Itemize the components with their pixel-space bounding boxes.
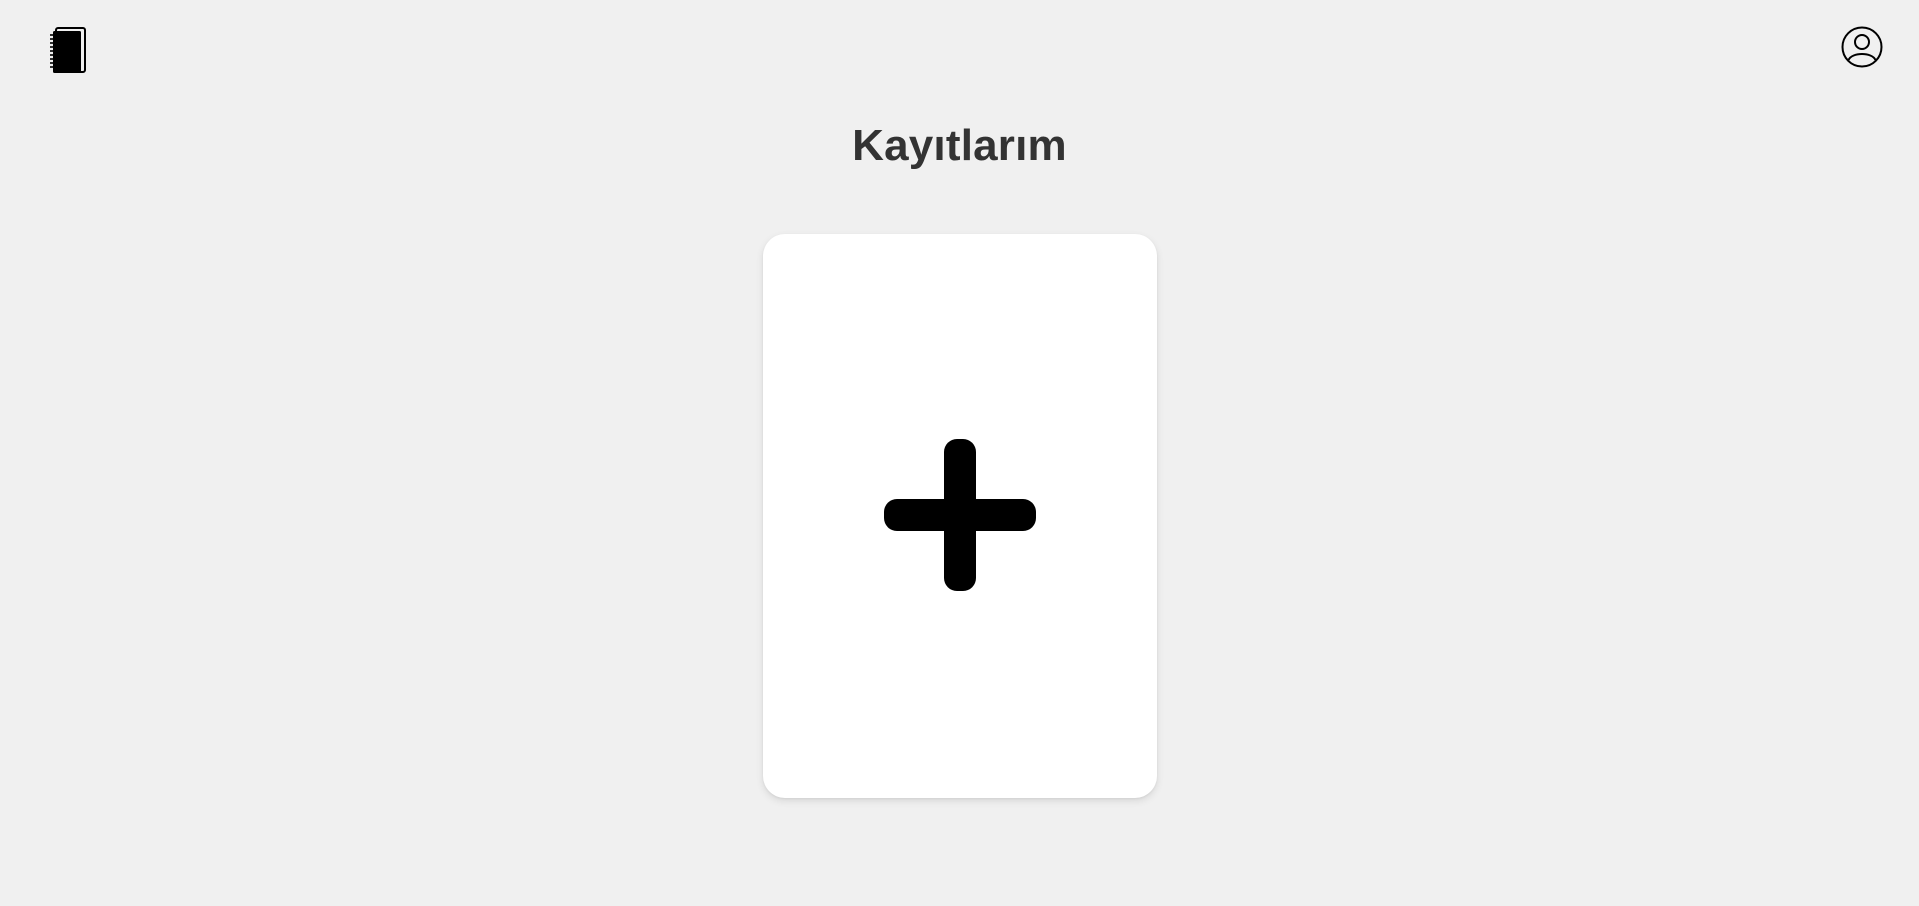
page-title: Kayıtlarım	[852, 121, 1067, 170]
profile-button[interactable]	[1841, 26, 1883, 68]
plus-icon	[884, 439, 1036, 591]
user-circle-icon	[1841, 26, 1883, 68]
notebook-logo[interactable]	[49, 26, 87, 74]
add-record-card[interactable]	[763, 234, 1157, 798]
notebook-icon	[49, 26, 87, 74]
